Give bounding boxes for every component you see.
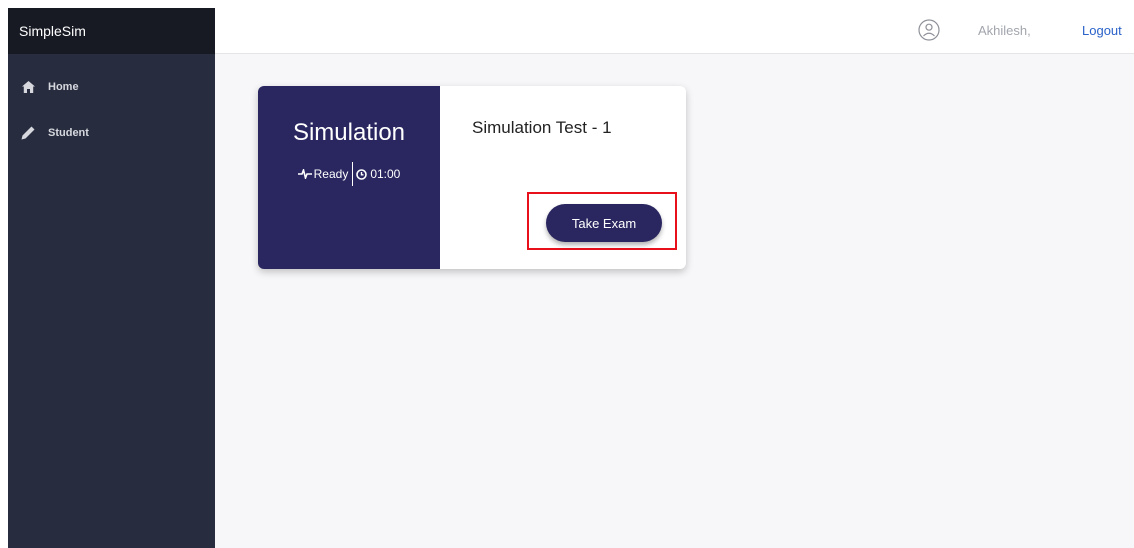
main-content: Simulation Ready 01:00 Simulation Test -… — [215, 54, 1134, 548]
exam-title: Simulation Test - 1 — [472, 118, 612, 137]
user-avatar-icon[interactable] — [918, 19, 940, 41]
exam-duration: 01:00 — [356, 167, 400, 181]
user-name: Akhilesh, — [978, 23, 1031, 38]
top-header: Akhilesh, Logout — [215, 8, 1134, 54]
clock-icon — [356, 168, 368, 180]
sidebar-item-label: Home — [48, 81, 79, 93]
brand-logo[interactable]: SimpleSim — [8, 8, 215, 54]
exam-meta: Ready 01:00 — [258, 162, 440, 186]
take-exam-button[interactable]: Take Exam — [546, 204, 662, 242]
pulse-icon — [297, 169, 312, 179]
exam-status-label: Ready — [313, 167, 349, 181]
exam-duration-label: 01:00 — [370, 167, 401, 181]
sidebar: SimpleSim Home Student — [8, 8, 215, 548]
home-icon — [20, 79, 36, 95]
exam-category: Simulation — [292, 119, 406, 146]
brand-name: SimpleSim — [19, 23, 86, 39]
sidebar-item-label: Student — [48, 127, 89, 139]
meta-divider — [352, 162, 354, 186]
sidebar-item-student[interactable]: Student — [8, 121, 215, 145]
exam-card: Simulation Ready 01:00 Simulation Test -… — [258, 86, 686, 269]
logout-link[interactable]: Logout — [1082, 23, 1122, 38]
sidebar-item-home[interactable]: Home — [8, 75, 215, 99]
exam-card-banner: Simulation Ready 01:00 — [258, 86, 440, 269]
pencil-icon — [20, 125, 36, 141]
exam-status: Ready — [297, 167, 349, 181]
